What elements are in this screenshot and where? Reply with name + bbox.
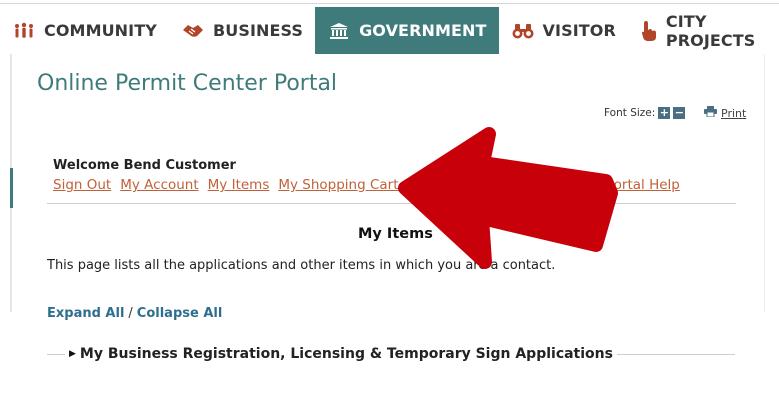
nav-label: COMMUNITY: [44, 21, 157, 40]
section-rule-left: [47, 353, 65, 355]
page-title: Online Permit Center Portal: [37, 71, 338, 96]
font-size-label: Font Size:: [604, 107, 656, 119]
right-panel-border: [764, 54, 765, 312]
print-link[interactable]: Print: [704, 106, 746, 120]
arrow-shape: [398, 127, 618, 269]
separator: /: [128, 306, 133, 321]
collapsible-section[interactable]: ▶ My Business Registration, Licensing & …: [47, 346, 735, 362]
sign-out-link[interactable]: Sign Out: [53, 177, 111, 193]
nav-label: VISITOR: [542, 21, 616, 40]
section-rule-right: [616, 353, 735, 355]
page-description: This page lists all the applications and…: [47, 258, 556, 273]
nav-label: BUSINESS: [212, 21, 304, 40]
binoculars-icon: [511, 21, 535, 41]
handshake-icon: [181, 21, 205, 41]
printer-icon: [704, 106, 717, 120]
nav-item-community[interactable]: COMMUNITY: [0, 7, 169, 54]
font-decrease-button[interactable]: −: [673, 107, 686, 119]
building-icon: [327, 21, 351, 41]
shopping-cart-link[interactable]: My Shopping Cart (1): [278, 177, 422, 193]
nav-item-city-projects[interactable]: CITY PROJECTS: [628, 7, 779, 54]
nav-label: CITY PROJECTS: [665, 11, 756, 50]
nav-item-business[interactable]: BUSINESS: [169, 7, 315, 54]
nav-item-government[interactable]: GOVERNMENT: [315, 7, 499, 54]
welcome-message: Welcome Bend Customer: [53, 158, 236, 173]
nav-item-visitor[interactable]: VISITOR: [499, 7, 628, 54]
left-panel-tab[interactable]: [10, 168, 13, 208]
portal-help-link[interactable]: Portal Help: [606, 177, 680, 193]
top-border: [0, 3, 779, 4]
caret-right-icon[interactable]: ▶: [69, 349, 76, 359]
hand-pointer-icon: [640, 20, 658, 41]
font-increase-button[interactable]: +: [658, 107, 671, 119]
nav-label: GOVERNMENT: [359, 21, 487, 40]
my-items-link[interactable]: My Items: [208, 177, 270, 193]
section-label[interactable]: My Business Registration, Licensing & Te…: [80, 346, 613, 362]
print-label: Print: [721, 106, 747, 120]
divider: [47, 203, 736, 204]
expand-all-link[interactable]: Expand All: [47, 306, 124, 321]
account-links: Sign Out My Account My Items My Shopping…: [53, 177, 431, 193]
section-heading: My Items: [358, 226, 433, 242]
collapse-all-link[interactable]: Collapse All: [137, 306, 223, 321]
expand-collapse-controls: Expand All / Collapse All: [47, 306, 222, 321]
main-nav: COMMUNITY BUSINESS GOVERNMENT VISITOR CI…: [0, 7, 779, 54]
font-size-control: Font Size: + −: [604, 107, 686, 119]
people-icon: [12, 21, 36, 41]
my-account-link[interactable]: My Account: [120, 177, 198, 193]
